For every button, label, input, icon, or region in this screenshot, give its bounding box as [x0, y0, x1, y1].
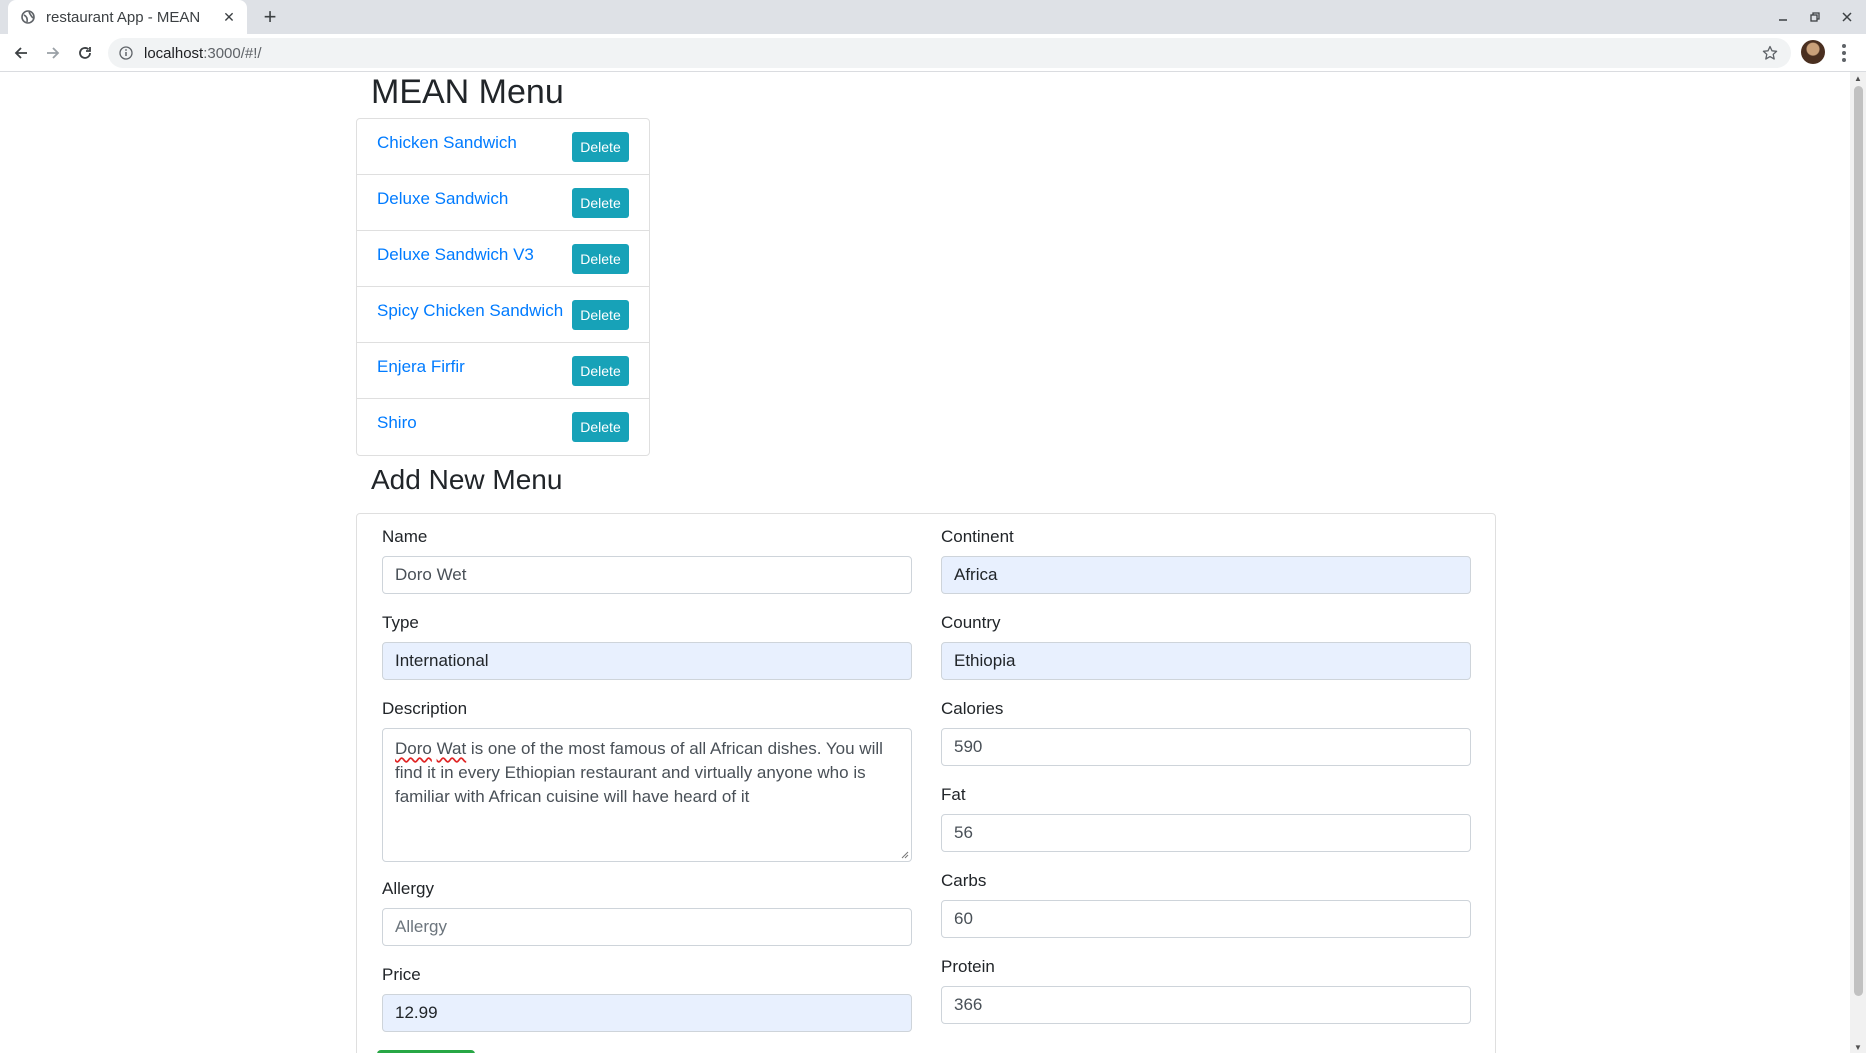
- list-item: Enjera Firfir Delete: [357, 343, 649, 399]
- delete-button[interactable]: Delete: [572, 356, 629, 386]
- resize-handle-icon[interactable]: [901, 851, 909, 859]
- country-field[interactable]: [941, 642, 1471, 680]
- forward-arrow-icon[interactable]: [42, 42, 64, 64]
- list-item: Spicy Chicken Sandwich Delete: [357, 287, 649, 343]
- new-tab-icon[interactable]: +: [258, 4, 282, 29]
- description-field[interactable]: Doro Wat is one of the most famous of al…: [382, 728, 912, 862]
- continent-field[interactable]: [941, 556, 1471, 594]
- page-title: MEAN Menu: [371, 73, 564, 111]
- page-scrollbar[interactable]: ▲ ▼: [1850, 72, 1866, 1053]
- menu-item-link[interactable]: Deluxe Sandwich: [377, 189, 508, 209]
- menu-item-link[interactable]: Spicy Chicken Sandwich: [377, 301, 563, 321]
- description-word: Doro: [395, 739, 432, 758]
- price-field[interactable]: [382, 994, 912, 1032]
- delete-button[interactable]: Delete: [572, 300, 629, 330]
- delete-button[interactable]: Delete: [572, 132, 629, 162]
- fat-label: Fat: [941, 785, 966, 804]
- minimize-icon[interactable]: [1772, 7, 1794, 27]
- close-window-icon[interactable]: [1836, 7, 1858, 27]
- list-item: Deluxe Sandwich Delete: [357, 175, 649, 231]
- allergy-label: Allergy: [382, 879, 434, 898]
- scroll-up-icon[interactable]: ▲: [1850, 72, 1866, 84]
- name-label: Name: [382, 527, 428, 546]
- browser-menu-icon[interactable]: [1836, 42, 1852, 64]
- description-rest: is one of the most famous of all African…: [395, 739, 883, 806]
- reload-icon[interactable]: [74, 42, 96, 64]
- globe-icon: [20, 9, 36, 25]
- protein-field[interactable]: [941, 986, 1471, 1024]
- browser-tab-bar: restaurant App - MEAN ✕ +: [0, 0, 1866, 34]
- list-item: Deluxe Sandwich V3 Delete: [357, 231, 649, 287]
- scrollbar-thumb[interactable]: [1854, 86, 1863, 996]
- delete-button[interactable]: Delete: [572, 244, 629, 274]
- list-item: Chicken Sandwich Delete: [357, 119, 649, 175]
- calories-field[interactable]: [941, 728, 1471, 766]
- menu-item-link[interactable]: Deluxe Sandwich V3: [377, 245, 534, 265]
- back-arrow-icon[interactable]: [10, 42, 32, 64]
- menu-item-link[interactable]: Enjera Firfir: [377, 357, 465, 377]
- list-item: Shiro Delete: [357, 399, 649, 455]
- menu-list: Chicken Sandwich Delete Deluxe Sandwich …: [356, 118, 650, 456]
- calories-label: Calories: [941, 699, 1004, 718]
- browser-toolbar: localhost:3000/#!/: [0, 34, 1866, 72]
- profile-avatar[interactable]: [1801, 40, 1825, 64]
- tab-title: restaurant App - MEAN: [46, 8, 201, 26]
- description-text: Doro Wat is one of the most famous of al…: [383, 729, 911, 861]
- form-title: Add New Menu: [371, 464, 563, 495]
- type-label: Type: [382, 613, 419, 632]
- url-host: localhost: [144, 44, 204, 62]
- browser-tab[interactable]: restaurant App - MEAN ✕: [8, 0, 247, 34]
- url-text: localhost:3000/#!/: [144, 45, 262, 62]
- carbs-field[interactable]: [941, 900, 1471, 938]
- address-bar[interactable]: localhost:3000/#!/: [108, 38, 1791, 68]
- continent-label: Continent: [941, 527, 1014, 546]
- fat-field[interactable]: [941, 814, 1471, 852]
- restore-icon[interactable]: [1804, 7, 1826, 27]
- delete-button[interactable]: Delete: [572, 188, 629, 218]
- page-viewport: MEAN Menu Chicken Sandwich Delete Deluxe…: [0, 72, 1850, 1053]
- country-label: Country: [941, 613, 1001, 632]
- name-field[interactable]: [382, 556, 912, 594]
- protein-label: Protein: [941, 957, 995, 976]
- description-label: Description: [382, 699, 468, 718]
- close-tab-icon[interactable]: ✕: [221, 9, 237, 25]
- type-field[interactable]: [382, 642, 912, 680]
- description-word: Wat: [436, 739, 467, 758]
- bookmark-star-icon[interactable]: [1761, 44, 1779, 62]
- menu-item-link[interactable]: Shiro: [377, 413, 417, 433]
- add-menu-form: Name Type Description Doro Wat is one of…: [356, 513, 1496, 1053]
- allergy-field[interactable]: [382, 908, 912, 946]
- delete-button[interactable]: Delete: [572, 412, 629, 442]
- scroll-down-icon[interactable]: ▼: [1850, 1041, 1866, 1053]
- price-label: Price: [382, 965, 421, 984]
- info-icon[interactable]: [118, 45, 134, 61]
- carbs-label: Carbs: [941, 871, 987, 890]
- url-path: :3000/#!/: [203, 44, 262, 62]
- menu-item-link[interactable]: Chicken Sandwich: [377, 133, 517, 153]
